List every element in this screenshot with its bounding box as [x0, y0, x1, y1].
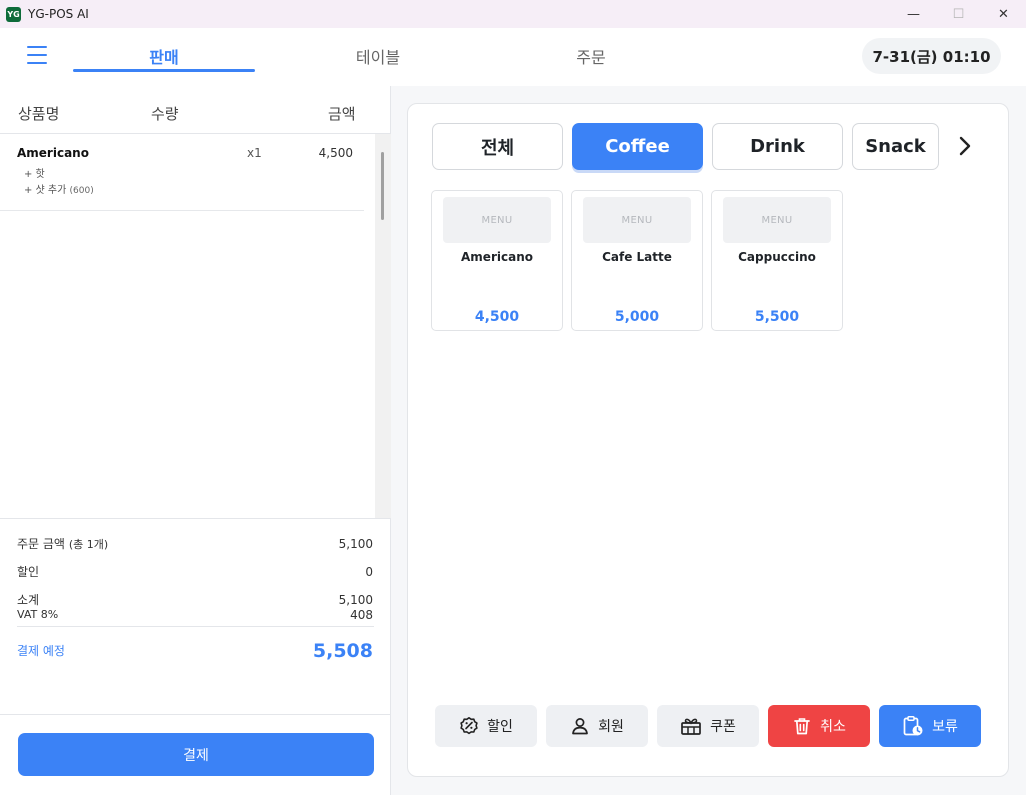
summary-divider: [0, 518, 391, 519]
menu-thumbnail: MENU: [723, 197, 831, 243]
order-panel: 상품명 수량 금액 Americano x1 4,500 + 핫 + 샷 추가 …: [0, 86, 391, 795]
coupon-icon: [680, 716, 702, 736]
order-amount-label-text: 주문 금액: [17, 537, 65, 551]
category-all[interactable]: 전체: [432, 123, 563, 170]
scrollbar-thumb[interactable]: [381, 152, 384, 220]
app-logo-icon: YG: [6, 6, 21, 22]
option-label: + 샷 추가: [24, 185, 67, 196]
top-navigation: 판매 테이블 주문 7-31(금) 01:10: [0, 28, 1026, 86]
order-count: (총 1개): [68, 538, 109, 551]
menu-item-price: 5,500: [754, 309, 800, 325]
vat-value: 408: [350, 608, 373, 622]
order-amount-value: 5,100: [338, 537, 373, 551]
coupon-button[interactable]: 쿠폰: [657, 705, 759, 747]
tab-tables[interactable]: 테이블: [287, 44, 469, 68]
hold-clipboard-icon: [902, 715, 924, 737]
category-drink[interactable]: Drink: [712, 123, 843, 170]
menu-thumbnail: MENU: [583, 197, 691, 243]
tab-sales[interactable]: 판매: [73, 44, 255, 68]
order-item-name: Americano: [17, 146, 89, 160]
pay-button[interactable]: 결제: [18, 733, 374, 776]
window-titlebar: YG YG-POS AI — ☐ ✕: [0, 0, 1026, 28]
order-item-row[interactable]: Americano x1 4,500 + 핫 + 샷 추가 (600): [0, 134, 364, 211]
option-label: + 핫: [24, 169, 45, 180]
order-item-option: + 샷 추가 (600): [24, 181, 94, 196]
pay-divider: [0, 714, 391, 715]
discount-icon: [459, 716, 479, 736]
cancel-button[interactable]: 취소: [768, 705, 870, 747]
menu-item-card[interactable]: MENU Cafe Latte 5,000: [571, 190, 703, 331]
order-item-qty: x1: [247, 146, 262, 160]
chevron-right-icon[interactable]: [950, 131, 980, 161]
user-icon: [570, 716, 590, 736]
active-tab-indicator: [73, 69, 255, 72]
subtotal-value: 5,100: [338, 593, 373, 607]
subtotal-label: 소계: [17, 593, 40, 607]
hold-button-label: 보류: [932, 719, 958, 735]
menu-item-name: Cafe Latte: [602, 250, 672, 264]
discount-label: 할인: [17, 565, 40, 579]
total-value: 5,508: [312, 640, 373, 662]
menu-item-price: 5,000: [614, 309, 660, 325]
column-header-name: 상품명: [18, 105, 60, 123]
menu-thumbnail: MENU: [443, 197, 551, 243]
total-divider: [17, 626, 374, 627]
discount-value: 0: [365, 565, 373, 579]
category-coffee[interactable]: Coffee: [572, 123, 703, 170]
window-title: YG-POS AI: [28, 7, 89, 21]
option-price: (600): [69, 186, 94, 196]
coupon-button-label: 쿠폰: [710, 719, 736, 735]
menu-item-price: 4,500: [474, 309, 520, 325]
order-item-price: 4,500: [318, 146, 353, 160]
maximize-button[interactable]: ☐: [936, 0, 981, 28]
cancel-button-label: 취소: [820, 719, 846, 735]
menu-item-name: Americano: [461, 250, 533, 264]
column-header-qty: 수량: [151, 105, 179, 123]
vat-label: VAT 8%: [17, 608, 59, 621]
datetime-display: 7-31(금) 01:10: [862, 38, 1001, 74]
menu-item-card[interactable]: MENU Cappuccino 5,500: [711, 190, 843, 331]
tab-orders[interactable]: 주문: [500, 44, 682, 68]
total-label: 결제 예정: [17, 644, 65, 658]
hamburger-menu-icon[interactable]: [24, 46, 50, 68]
hold-button[interactable]: 보류: [879, 705, 981, 747]
member-button[interactable]: 회원: [546, 705, 648, 747]
window-controls: — ☐ ✕: [891, 0, 1026, 28]
close-button[interactable]: ✕: [981, 0, 1026, 28]
minimize-button[interactable]: —: [891, 0, 936, 28]
order-item-option: + 핫: [24, 165, 45, 180]
discount-button[interactable]: 할인: [435, 705, 537, 747]
order-list-scrollbar[interactable]: [375, 134, 391, 518]
trash-icon: [792, 716, 812, 736]
discount-button-label: 할인: [487, 719, 513, 735]
menu-item-name: Cappuccino: [738, 250, 816, 264]
order-item-list[interactable]: Americano x1 4,500 + 핫 + 샷 추가 (600): [0, 134, 375, 518]
order-amount-label: 주문 금액 (총 1개): [17, 535, 108, 552]
category-snack[interactable]: Snack: [852, 123, 939, 170]
menu-item-card[interactable]: MENU Americano 4,500: [431, 190, 563, 331]
column-header-amount: 금액: [328, 105, 356, 123]
member-button-label: 회원: [598, 719, 624, 735]
